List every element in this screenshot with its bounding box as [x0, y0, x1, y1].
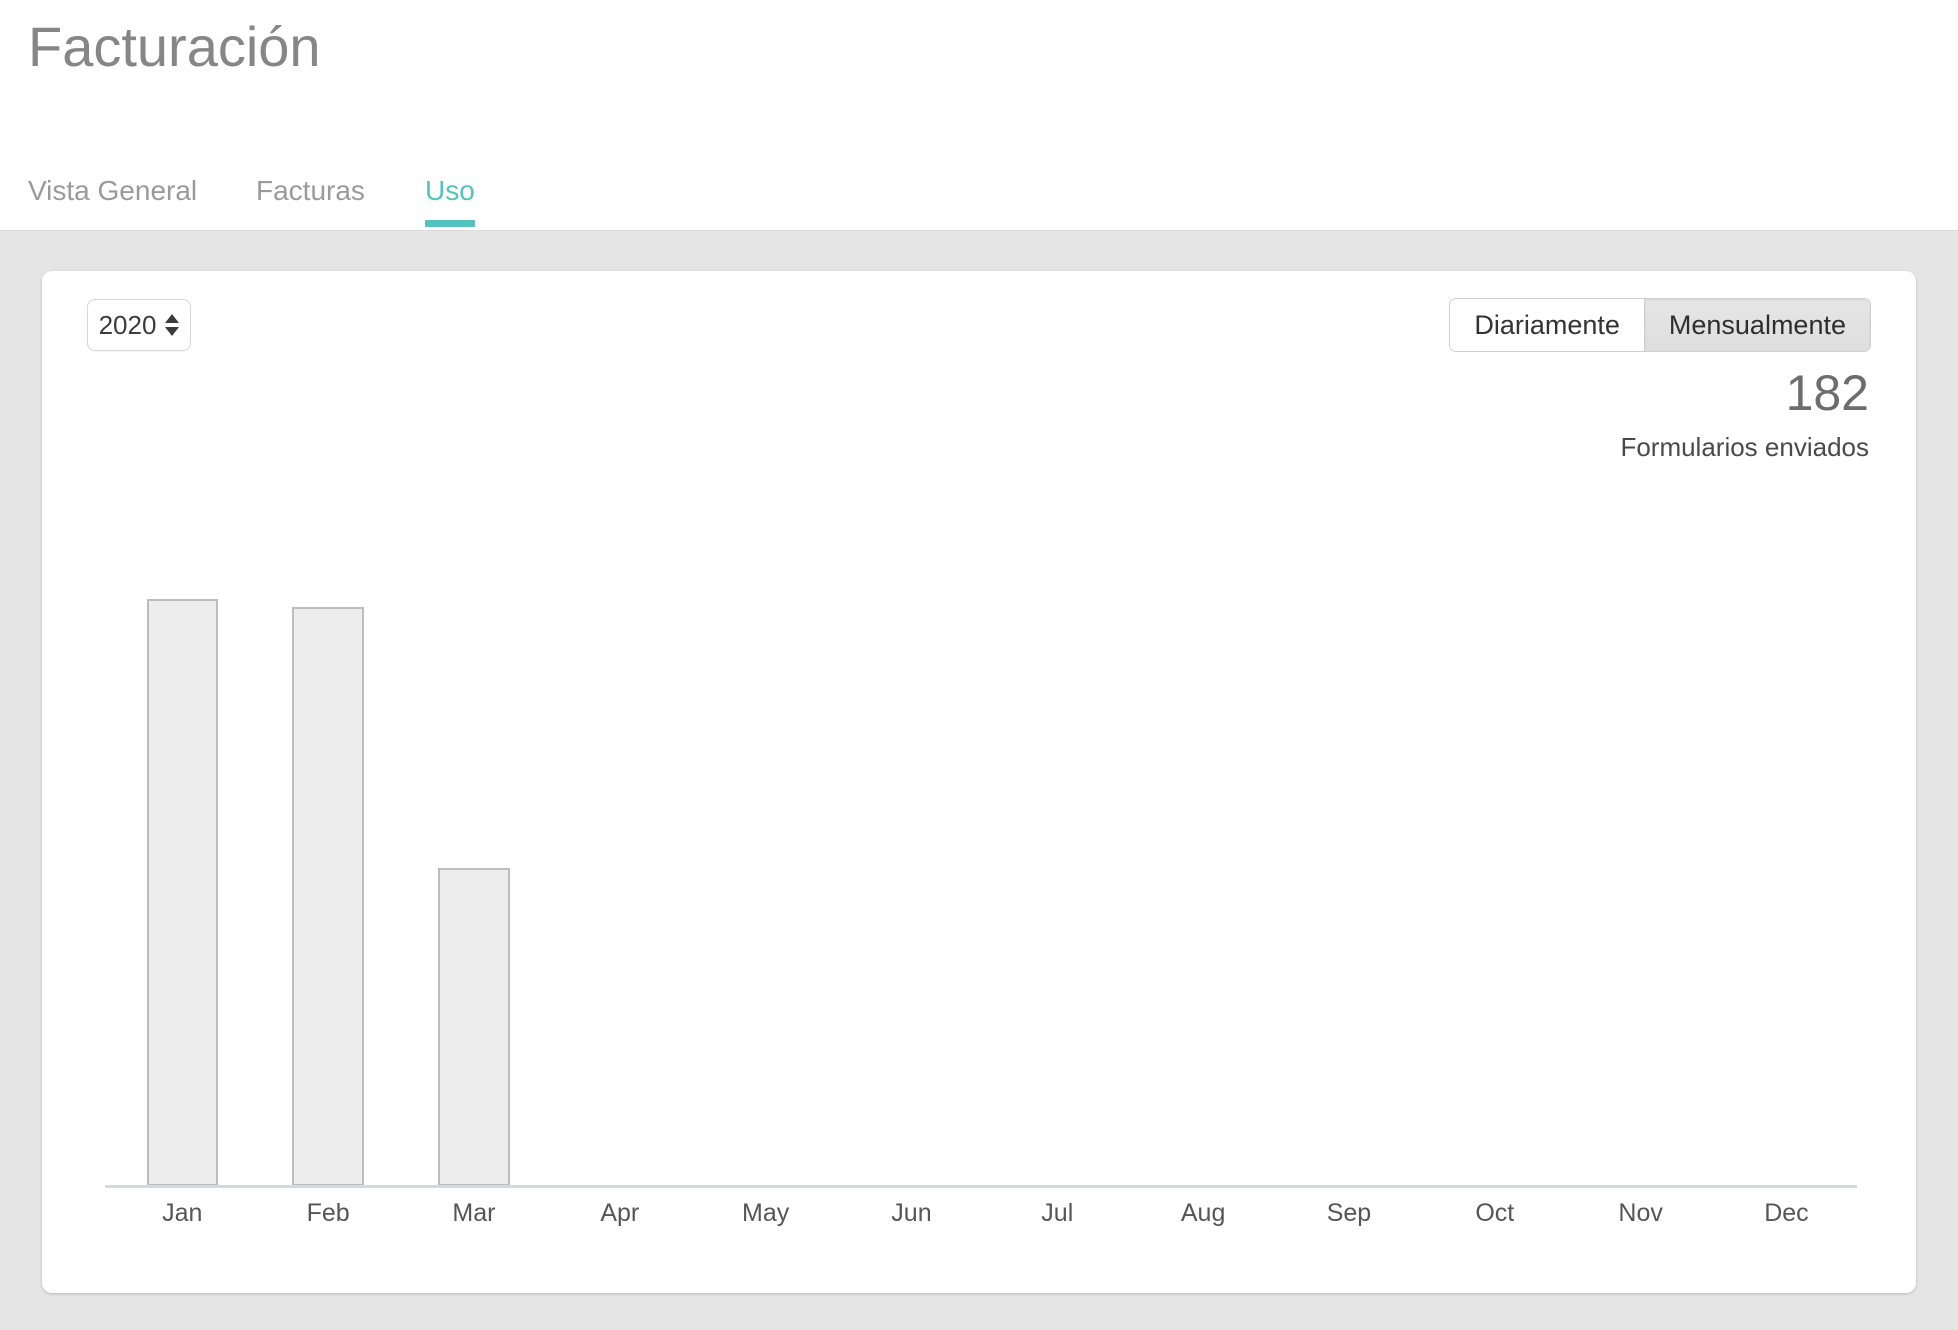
chart-bar: [438, 867, 510, 1186]
stat-value: 182: [1785, 365, 1869, 421]
granularity-daily-button[interactable]: Diariamente: [1450, 299, 1644, 351]
chart-bar: [146, 598, 219, 1186]
chart-x-tick-label: Jan: [162, 1199, 203, 1227]
chart-x-tick-label: Jun: [891, 1199, 932, 1227]
tab-underline: [28, 220, 197, 227]
stepper-updown-icon: [165, 314, 180, 336]
chart-x-tick-label: Nov: [1618, 1199, 1663, 1227]
granularity-monthly-button[interactable]: Mensualmente: [1643, 299, 1870, 351]
page-body: 2020 Diariamente Mensualmente 182 Formul…: [0, 230, 1958, 1330]
tab-label: Uso: [425, 175, 475, 206]
tab-uso[interactable]: Uso: [425, 155, 475, 227]
tab-label: Facturas: [256, 175, 365, 206]
granularity-toggle: Diariamente Mensualmente: [1449, 298, 1871, 352]
chart-plot-area: [105, 566, 1855, 1186]
chart-x-tick-label: Sep: [1326, 1199, 1372, 1227]
stat-label: Formularios enviados: [1620, 431, 1869, 462]
year-select-value: 2020: [98, 310, 157, 340]
chart-bar: [292, 606, 364, 1186]
chart-x-tick-label: Mar: [452, 1199, 496, 1227]
tab-facturas[interactable]: Facturas: [256, 155, 365, 227]
usage-card: 2020 Diariamente Mensualmente 182 Formul…: [42, 271, 1916, 1293]
tab-underline: [256, 220, 365, 227]
tab-label: Vista General: [28, 175, 198, 206]
page-title: Facturación: [28, 15, 321, 78]
page-header: Facturación Vista General Facturas Uso: [0, 0, 1958, 230]
chart-x-tick-label: Feb: [306, 1199, 350, 1227]
chart-x-tick-label: Jul: [1041, 1199, 1074, 1227]
chart-x-tick-labels: Jan Feb Mar Apr May Jun Jul Aug Sep Oct Nov Dec: [105, 1199, 1855, 1249]
chart-x-tick-label: May: [742, 1199, 790, 1227]
year-select[interactable]: 2020: [87, 299, 191, 351]
tab-vista-general[interactable]: Vista General: [28, 155, 197, 227]
usage-stat: 182 Formularios enviados: [1620, 367, 1869, 463]
chart-x-axis-line: [105, 1185, 1857, 1188]
chart-x-tick-label: Apr: [600, 1199, 640, 1227]
tab-underline-active: [425, 220, 475, 227]
chart-x-tick-label: Aug: [1180, 1199, 1226, 1227]
chart-x-tick-label: Dec: [1764, 1199, 1809, 1227]
chart-x-tick-label: Oct: [1475, 1199, 1515, 1227]
tab-bar: Vista General Facturas Uso: [0, 155, 1958, 230]
